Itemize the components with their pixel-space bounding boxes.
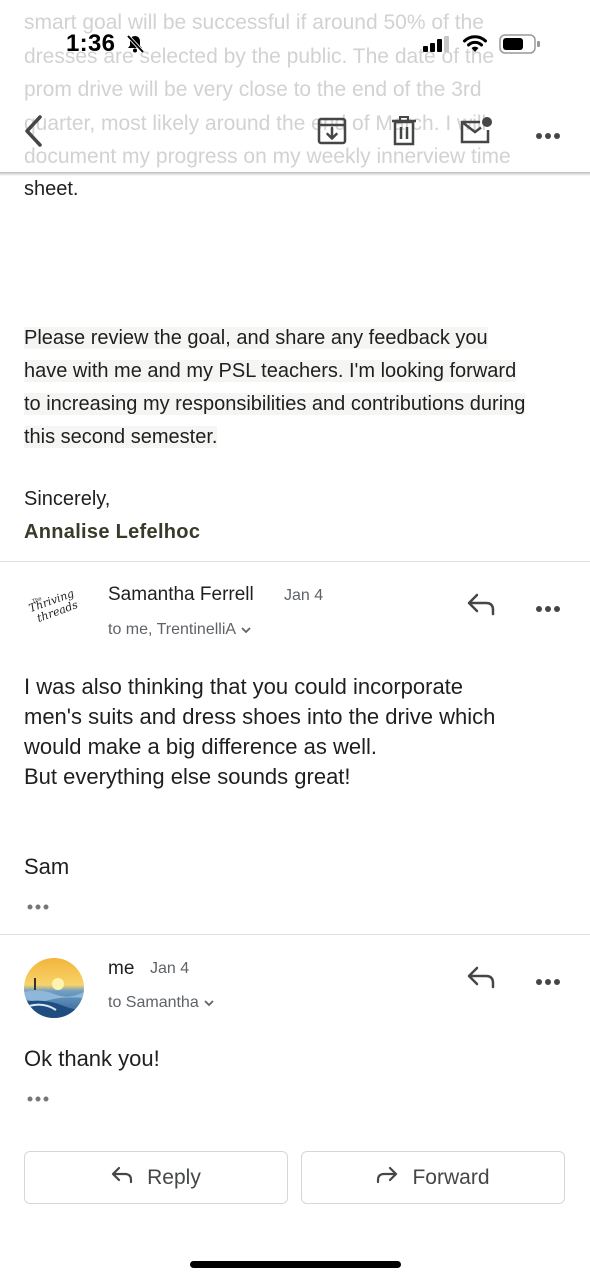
toolbar-shadow bbox=[0, 172, 590, 176]
email-body-line: have with me and my PSL teachers. I'm lo… bbox=[24, 360, 517, 382]
show-trimmed-content-icon[interactable] bbox=[24, 1092, 54, 1106]
thriving-threads-logo: Thriving threads The bbox=[27, 587, 80, 625]
chevron-down-icon bbox=[203, 994, 215, 1011]
status-time: 1:36 bbox=[66, 30, 116, 57]
recipients-text: to Samantha bbox=[108, 994, 199, 1011]
message-body-line: would make a big difference as well. bbox=[24, 734, 378, 759]
message-body-line: But everything else sounds great! bbox=[24, 764, 351, 789]
reply-button[interactable]: Reply bbox=[24, 1151, 288, 1204]
email-body-line: to increasing my responsibilities and co… bbox=[24, 393, 526, 415]
back-arrow-icon[interactable] bbox=[22, 114, 44, 153]
message-divider bbox=[0, 934, 590, 935]
message-body-line: men's suits and dress shoes into the dri… bbox=[24, 704, 496, 729]
more-options-icon[interactable] bbox=[535, 127, 561, 145]
sunset-photo-icon bbox=[24, 958, 84, 1018]
message-signoff: Sam bbox=[24, 854, 70, 879]
forward-button[interactable]: Forward bbox=[301, 1151, 565, 1204]
forward-label: Forward bbox=[412, 1165, 490, 1189]
trash-icon[interactable] bbox=[391, 116, 417, 151]
status-bar: 1:36 bbox=[0, 0, 590, 90]
battery-icon bbox=[499, 34, 541, 59]
email-body-line: this second semester. bbox=[24, 426, 218, 448]
avatar[interactable] bbox=[24, 958, 84, 1018]
message-toolbar bbox=[0, 100, 590, 172]
chevron-down-icon bbox=[240, 621, 252, 638]
email-body-paragraph: Please review the goal, and share any fe… bbox=[24, 322, 569, 454]
home-indicator[interactable] bbox=[190, 1261, 401, 1268]
message-divider bbox=[0, 561, 590, 562]
wifi-icon bbox=[462, 34, 488, 58]
message-body-line: I was also thinking that you could incor… bbox=[24, 674, 464, 699]
reply-icon[interactable] bbox=[466, 965, 496, 994]
sender-name: Samantha Ferrell bbox=[108, 584, 254, 605]
forward-icon bbox=[376, 1166, 398, 1190]
more-options-icon[interactable] bbox=[535, 600, 561, 618]
message-body: Ok thank you! bbox=[24, 1046, 160, 1071]
more-options-icon[interactable] bbox=[535, 973, 561, 991]
message-date: Jan 4 bbox=[150, 960, 190, 977]
show-trimmed-content-icon[interactable] bbox=[24, 900, 54, 914]
cellular-signal-icon bbox=[423, 36, 451, 57]
reply-icon bbox=[111, 1166, 133, 1190]
bell-off-icon bbox=[125, 34, 145, 59]
reply-icon[interactable] bbox=[466, 592, 496, 621]
mark-unread-icon[interactable] bbox=[459, 116, 493, 149]
reply-label: Reply bbox=[147, 1165, 201, 1189]
recipients-toggle[interactable]: to Samantha bbox=[108, 994, 215, 1012]
archive-icon[interactable] bbox=[317, 117, 347, 150]
email-body-line: sheet. bbox=[24, 178, 79, 200]
avatar[interactable]: Thriving threads The bbox=[24, 578, 84, 638]
email-closing: Sincerely, bbox=[24, 488, 111, 510]
message-date: Jan 4 bbox=[284, 587, 324, 604]
recipients-toggle[interactable]: to me, TrentinelliA bbox=[108, 621, 252, 639]
email-signature: Annalise Lefelhoc bbox=[24, 521, 201, 543]
sender-name: me bbox=[108, 958, 135, 979]
email-body-line: Please review the goal, and share any fe… bbox=[24, 327, 488, 349]
message-body: I was also thinking that you could incor… bbox=[24, 672, 574, 792]
recipients-text: to me, TrentinelliA bbox=[108, 621, 236, 638]
